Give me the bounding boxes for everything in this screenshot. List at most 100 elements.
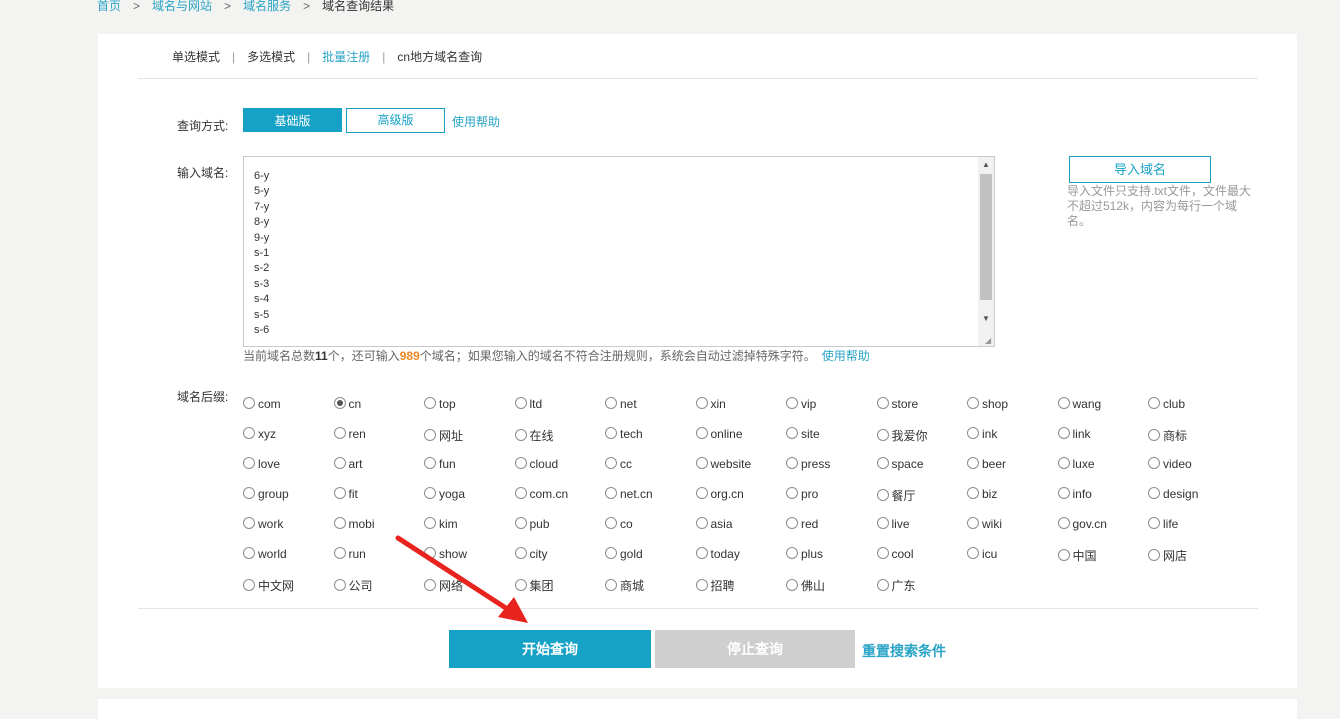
input-help-link[interactable]: 使用帮助 (822, 349, 870, 363)
suffix-option[interactable]: art (333, 457, 363, 475)
suffix-option[interactable]: 商城 (605, 577, 644, 595)
suffix-option[interactable]: 在线 (514, 427, 554, 445)
radio-button[interactable] (1148, 487, 1160, 499)
suffix-option[interactable]: club (1148, 397, 1185, 415)
radio-button[interactable] (243, 517, 255, 529)
textarea-scrollbar[interactable]: ▲ ▼ (978, 157, 994, 346)
radio-button[interactable] (695, 487, 708, 499)
radio-button[interactable] (424, 397, 436, 409)
suffix-option[interactable]: site (786, 427, 820, 445)
radio-button[interactable] (876, 489, 889, 501)
suffix-option[interactable]: mobi (333, 517, 375, 535)
radio-button[interactable] (514, 517, 527, 529)
suffix-option[interactable]: design (1148, 487, 1198, 505)
suffix-option[interactable]: space (876, 457, 924, 475)
radio-button[interactable] (424, 517, 436, 529)
suffix-option[interactable]: com (243, 397, 281, 415)
radio-button[interactable] (424, 579, 436, 591)
radio-button[interactable] (243, 579, 255, 591)
suffix-option[interactable]: wang (1057, 397, 1101, 415)
suffix-option[interactable]: 广东 (876, 577, 916, 595)
radio-button[interactable] (967, 547, 979, 559)
suffix-option[interactable]: info (1057, 487, 1092, 505)
radio-button[interactable] (876, 397, 889, 409)
suffix-option[interactable]: cn (333, 397, 361, 415)
advanced-version-button[interactable]: 高级版 (346, 108, 445, 133)
radio-button[interactable] (1057, 397, 1070, 409)
suffix-option[interactable]: 网店 (1148, 547, 1187, 565)
radio-button[interactable] (514, 547, 527, 559)
radio-button[interactable] (333, 457, 346, 469)
suffix-option[interactable]: group (243, 487, 289, 505)
stop-query-button[interactable]: 停止查询 (655, 630, 855, 668)
suffix-option[interactable]: 中文网 (243, 577, 294, 595)
radio-button[interactable] (1148, 429, 1160, 441)
suffix-option[interactable]: red (786, 517, 818, 535)
scroll-down-arrow-icon[interactable]: ▼ (978, 311, 994, 327)
radio-button[interactable] (514, 487, 527, 499)
radio-button[interactable] (514, 579, 527, 591)
suffix-option[interactable]: run (333, 547, 366, 565)
radio-button[interactable] (243, 427, 255, 439)
suffix-option[interactable]: 公司 (333, 577, 373, 595)
radio-button[interactable] (1148, 517, 1160, 529)
suffix-option[interactable]: 招聘 (695, 577, 735, 595)
radio-button[interactable] (1148, 457, 1160, 469)
reset-search-link[interactable]: 重置搜索条件 (862, 641, 946, 661)
radio-button[interactable] (695, 517, 708, 529)
suffix-option[interactable]: luxe (1057, 457, 1095, 475)
suffix-option[interactable]: yoga (424, 487, 465, 505)
suffix-option[interactable]: org.cn (695, 487, 744, 505)
suffix-option[interactable]: 网络 (424, 577, 463, 595)
tab-multi-mode[interactable]: 多选模式 (247, 50, 295, 64)
radio-button[interactable] (695, 457, 708, 469)
suffix-option[interactable]: plus (786, 547, 823, 565)
suffix-option[interactable]: fun (424, 457, 456, 475)
radio-button[interactable] (786, 487, 798, 499)
suffix-option[interactable]: top (424, 397, 456, 415)
suffix-option[interactable]: link (1057, 427, 1091, 445)
breadcrumb-domain-service[interactable]: 域名服务 (243, 0, 291, 13)
suffix-option[interactable]: 中国 (1057, 547, 1097, 565)
basic-version-button[interactable]: 基础版 (243, 108, 342, 132)
radio-button[interactable] (695, 579, 708, 591)
suffix-option[interactable]: love (243, 457, 280, 475)
radio-button[interactable] (333, 487, 346, 499)
radio-button[interactable] (695, 427, 708, 439)
radio-button[interactable] (967, 457, 979, 469)
radio-button[interactable] (424, 457, 436, 469)
radio-button[interactable] (786, 457, 798, 469)
radio-button[interactable] (786, 427, 798, 439)
radio-button[interactable] (243, 397, 255, 409)
suffix-option[interactable]: beer (967, 457, 1006, 475)
suffix-option[interactable]: ren (333, 427, 366, 445)
domain-textarea[interactable]: 6-y 5-y 7-y 8-y 9-y s-1 s-2 s-3 s-4 s-5 s-6 ▲ ▼ ◢ (243, 156, 995, 347)
query-help-link[interactable]: 使用帮助 (452, 113, 500, 130)
suffix-option[interactable]: 集团 (514, 577, 554, 595)
breadcrumb-home[interactable]: 首页 (97, 0, 121, 13)
radio-button[interactable] (967, 517, 979, 529)
radio-button[interactable] (1057, 549, 1070, 561)
radio-button[interactable] (967, 397, 979, 409)
suffix-option[interactable]: icu (967, 547, 997, 565)
radio-button[interactable] (1148, 397, 1160, 409)
suffix-option[interactable]: gov.cn (1057, 517, 1107, 535)
suffix-option[interactable]: cloud (514, 457, 558, 475)
radio-button[interactable] (876, 517, 889, 529)
radio-button[interactable] (333, 579, 346, 591)
radio-button[interactable] (514, 429, 527, 441)
suffix-option[interactable]: cool (876, 547, 914, 565)
suffix-option[interactable]: co (605, 517, 633, 535)
tab-single-mode[interactable]: 单选模式 (172, 50, 220, 64)
radio-button[interactable] (1057, 457, 1070, 469)
suffix-option[interactable]: biz (967, 487, 997, 505)
radio-button[interactable] (605, 517, 617, 529)
suffix-option[interactable]: press (786, 457, 830, 475)
radio-button[interactable] (967, 487, 979, 499)
suffix-option[interactable]: fit (333, 487, 358, 505)
suffix-option[interactable]: ink (967, 427, 997, 445)
suffix-option[interactable]: net (605, 397, 637, 415)
radio-button[interactable] (424, 487, 436, 499)
resize-handle-icon[interactable]: ◢ (985, 337, 993, 345)
suffix-option[interactable]: pro (786, 487, 818, 505)
